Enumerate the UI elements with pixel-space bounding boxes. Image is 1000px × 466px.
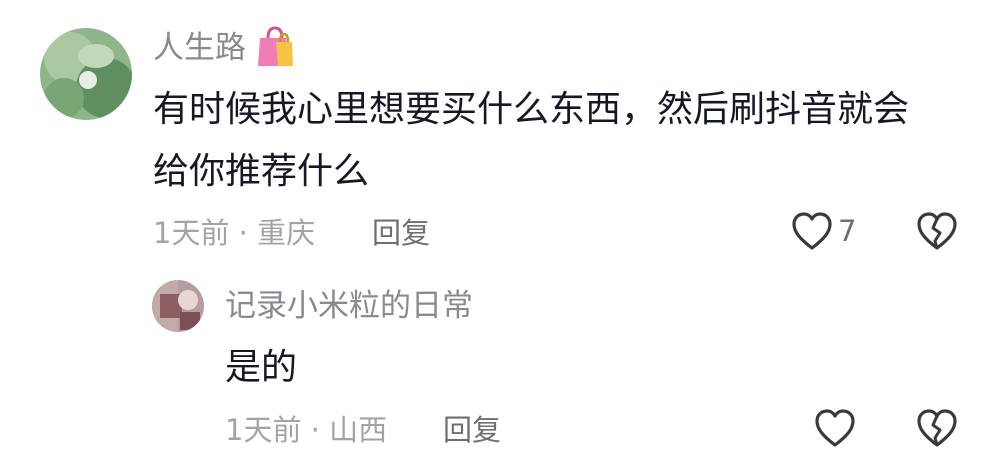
reply-button[interactable]: 回复 bbox=[443, 410, 501, 450]
comment-text-line: 给你推荐什么 bbox=[153, 151, 370, 192]
username[interactable]: 人生路 bbox=[153, 28, 246, 68]
like-button[interactable]: 7 bbox=[790, 208, 870, 256]
avatar[interactable] bbox=[152, 280, 204, 332]
avatar[interactable] bbox=[40, 28, 132, 120]
username[interactable]: 记录小米粒的日常 bbox=[225, 286, 473, 326]
comment-text-line: 有时候我心里想要买什么东西，然后刷抖音就会 bbox=[153, 89, 910, 130]
comment-text-line: 是的 bbox=[225, 347, 298, 388]
like-count: 7 bbox=[838, 214, 857, 248]
heart-outline-icon[interactable] bbox=[813, 407, 857, 449]
broken-heart-icon[interactable] bbox=[915, 210, 959, 252]
comment-meta: 1天前 · 重庆 bbox=[153, 216, 316, 250]
comment-meta: 1天前 · 山西 bbox=[225, 413, 388, 447]
reply-button[interactable]: 回复 bbox=[372, 213, 430, 253]
shopping-bag-icon bbox=[256, 24, 294, 68]
broken-heart-icon[interactable] bbox=[915, 407, 959, 449]
heart-outline-icon bbox=[790, 210, 834, 252]
